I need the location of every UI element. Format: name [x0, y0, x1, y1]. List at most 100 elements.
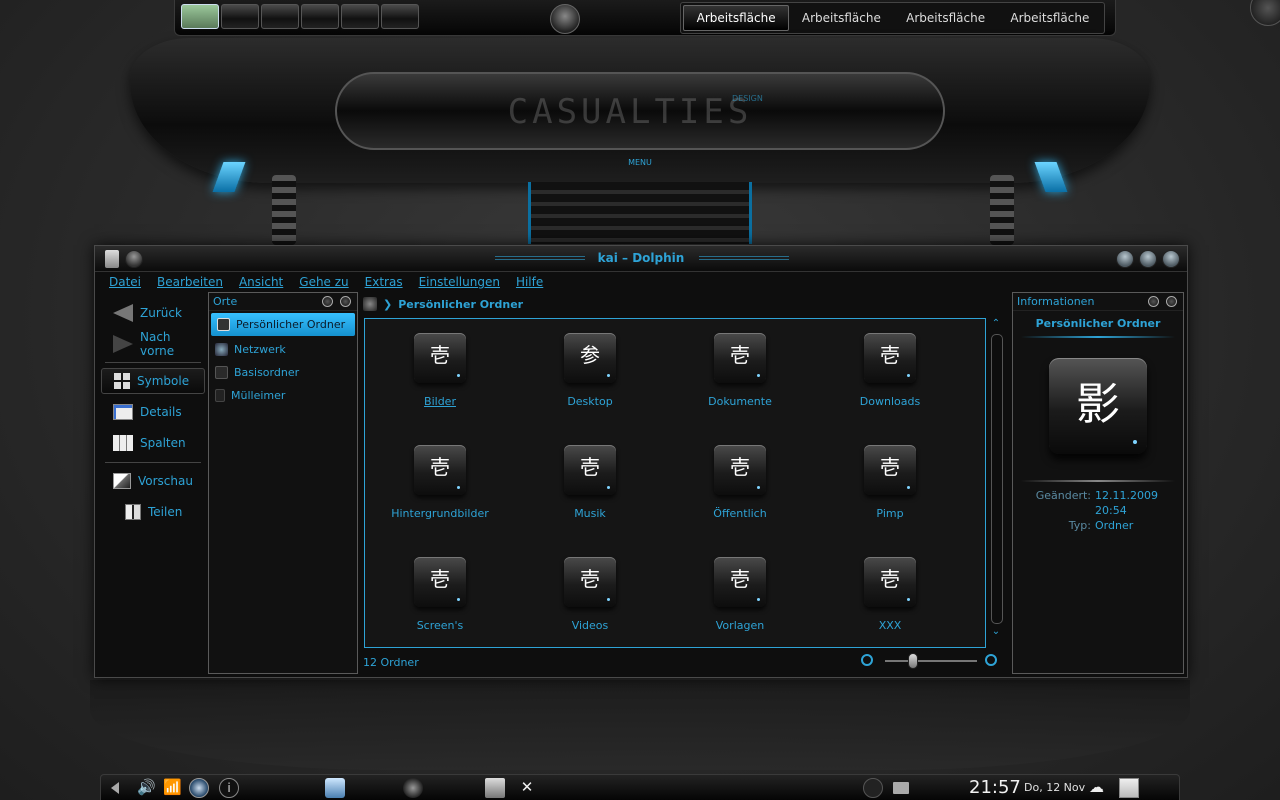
scrollbar-track[interactable] [991, 334, 1003, 624]
info-preview-folder-icon: 影 [1049, 358, 1147, 454]
pager-thumb-3[interactable] [261, 4, 299, 29]
icons-view-icon [114, 373, 130, 389]
place-trash[interactable]: Mülleimer [209, 384, 357, 407]
panel-close-icon[interactable] [340, 296, 351, 307]
folder-item[interactable]: 壱 Bilder [365, 325, 515, 425]
pager-thumb-4[interactable] [301, 4, 339, 29]
nav-separator [105, 462, 201, 463]
panel-float-icon[interactable] [322, 296, 333, 307]
view-icons-button[interactable]: Symbole [101, 368, 205, 394]
folder-name: Öffentlich [713, 507, 767, 520]
pager-thumb-6[interactable] [381, 4, 419, 29]
vertical-scrollbar[interactable]: ⌃ ⌄ [989, 318, 1003, 648]
file-manager-task-icon[interactable] [485, 778, 505, 798]
kde-menu-icon[interactable] [550, 4, 580, 34]
folder-icon: 壱 [864, 557, 916, 607]
view-details-button[interactable]: Details [101, 399, 205, 425]
notes-icon[interactable] [1119, 778, 1139, 798]
folder-item[interactable]: 壱 Dokumente [665, 325, 815, 425]
trash-icon [215, 389, 225, 402]
breadcrumb-item[interactable]: Persönlicher Ordner [398, 298, 523, 311]
desktop-tab-3[interactable]: Arbeitsfläche [894, 5, 998, 31]
root-folder-icon [215, 366, 228, 379]
place-network[interactable]: Netzwerk [209, 338, 357, 361]
wifi-icon[interactable]: 📶 [163, 778, 183, 798]
zoom-slider[interactable] [885, 653, 977, 669]
folder-item[interactable]: 壱 Öffentlich [665, 437, 815, 537]
zoom-slider-handle[interactable] [908, 653, 918, 669]
folder-item[interactable]: 壱 Musik [515, 437, 665, 537]
place-root[interactable]: Basisordner [209, 361, 357, 384]
folder-item[interactable]: 壱 Downloads [815, 325, 965, 425]
back-button[interactable]: Zurück [101, 300, 205, 326]
weather-icon[interactable]: ☁ [1089, 778, 1109, 798]
desktop-tab-4[interactable]: Arbeitsfläche [998, 5, 1102, 31]
menu-einstellungen[interactable]: Einstellungen [419, 275, 500, 289]
panel-float-icon[interactable] [1148, 296, 1159, 307]
info-modified-time-row: 20:54 [1013, 503, 1183, 518]
pager-thumb-1[interactable] [181, 4, 219, 29]
forward-button[interactable]: Nach vorne [101, 330, 205, 358]
titlebar[interactable]: kai – Dolphin [95, 246, 1187, 272]
breadcrumb-home-icon[interactable] [363, 297, 377, 311]
preview-label: Vorschau [138, 474, 193, 488]
folder-icon: 参 [564, 333, 616, 383]
menu-extras[interactable]: Extras [365, 275, 403, 289]
desktop-tab-2[interactable]: Arbeitsfläche [789, 5, 893, 31]
scroll-up-icon[interactable]: ⌃ [991, 318, 1001, 329]
places-header: Orte [209, 293, 357, 311]
menu-datei[interactable]: Datei [109, 275, 141, 289]
forward-arrow-icon [113, 335, 133, 353]
breadcrumb-chevron-icon[interactable]: ❯ [383, 298, 392, 311]
panel-toggle-icon[interactable] [111, 778, 125, 798]
cashew-icon[interactable] [1250, 0, 1280, 26]
info-separator [1021, 336, 1175, 338]
share-button[interactable]: Teilen [101, 499, 205, 525]
mail-icon[interactable] [893, 782, 909, 794]
folder-item[interactable]: 壱 Hintergrundbilder [365, 437, 515, 537]
folder-item[interactable]: 壱 Pimp [815, 437, 965, 537]
folder-item[interactable]: 壱 Screen's [365, 549, 515, 649]
scroll-down-icon[interactable]: ⌄ [991, 626, 1001, 637]
icon-view[interactable]: 壱 Bilder 参 Desktop 壱 Dokumente 壱 Downloa… [364, 318, 986, 648]
maximize-button[interactable] [1139, 250, 1157, 268]
desktop-icon[interactable] [325, 778, 345, 798]
clock-time[interactable]: 21:57 [969, 777, 1021, 798]
menu-bearbeiten[interactable]: Bearbeiten [157, 275, 223, 289]
pager-thumb-2[interactable] [221, 4, 259, 29]
view-columns-label: Spalten [140, 436, 186, 450]
volume-icon[interactable]: 🔊 [137, 778, 157, 798]
main-view: ❯ Persönlicher Ordner 壱 Bilder 参 Desktop… [363, 292, 1003, 674]
view-columns-button[interactable]: Spalten [101, 430, 205, 456]
wallpaper-logo-small: DESIGN [732, 94, 763, 103]
close-button[interactable] [1162, 250, 1180, 268]
details-view-icon [113, 404, 133, 420]
folder-item[interactable]: 壱 XXX [815, 549, 965, 649]
network-manager-icon[interactable] [189, 778, 209, 798]
places-title: Orte [213, 295, 238, 308]
recycle-icon[interactable] [863, 778, 883, 798]
wallpaper-base [90, 680, 1190, 770]
clock-date[interactable]: Do, 12 Nov [1024, 781, 1085, 794]
menu-gehe-zu[interactable]: Gehe zu [299, 275, 348, 289]
folder-item[interactable]: 壱 Vorlagen [665, 549, 815, 649]
network-icon [215, 343, 228, 356]
info-icon[interactable]: i [219, 778, 239, 798]
menu-hilfe[interactable]: Hilfe [516, 275, 543, 289]
folder-item[interactable]: 壱 Videos [515, 549, 665, 649]
minimize-button[interactable] [1116, 250, 1134, 268]
zoom-out-icon[interactable] [861, 654, 873, 666]
columns-view-icon [113, 435, 133, 451]
folder-item[interactable]: 参 Desktop [515, 325, 665, 425]
preview-button[interactable]: Vorschau [101, 468, 205, 494]
menu-ansicht[interactable]: Ansicht [239, 275, 283, 289]
zoom-in-icon[interactable] [985, 654, 997, 666]
pager-thumb-5[interactable] [341, 4, 379, 29]
place-home[interactable]: Persönlicher Ordner [211, 313, 355, 336]
app-launcher-icon[interactable] [403, 778, 423, 798]
tools-icon[interactable]: ✕ [517, 778, 537, 798]
panel-close-icon[interactable] [1166, 296, 1177, 307]
desktop-tab-1[interactable]: Arbeitsfläche [683, 5, 790, 31]
nav-separator [105, 362, 201, 363]
preview-icon [113, 473, 131, 489]
